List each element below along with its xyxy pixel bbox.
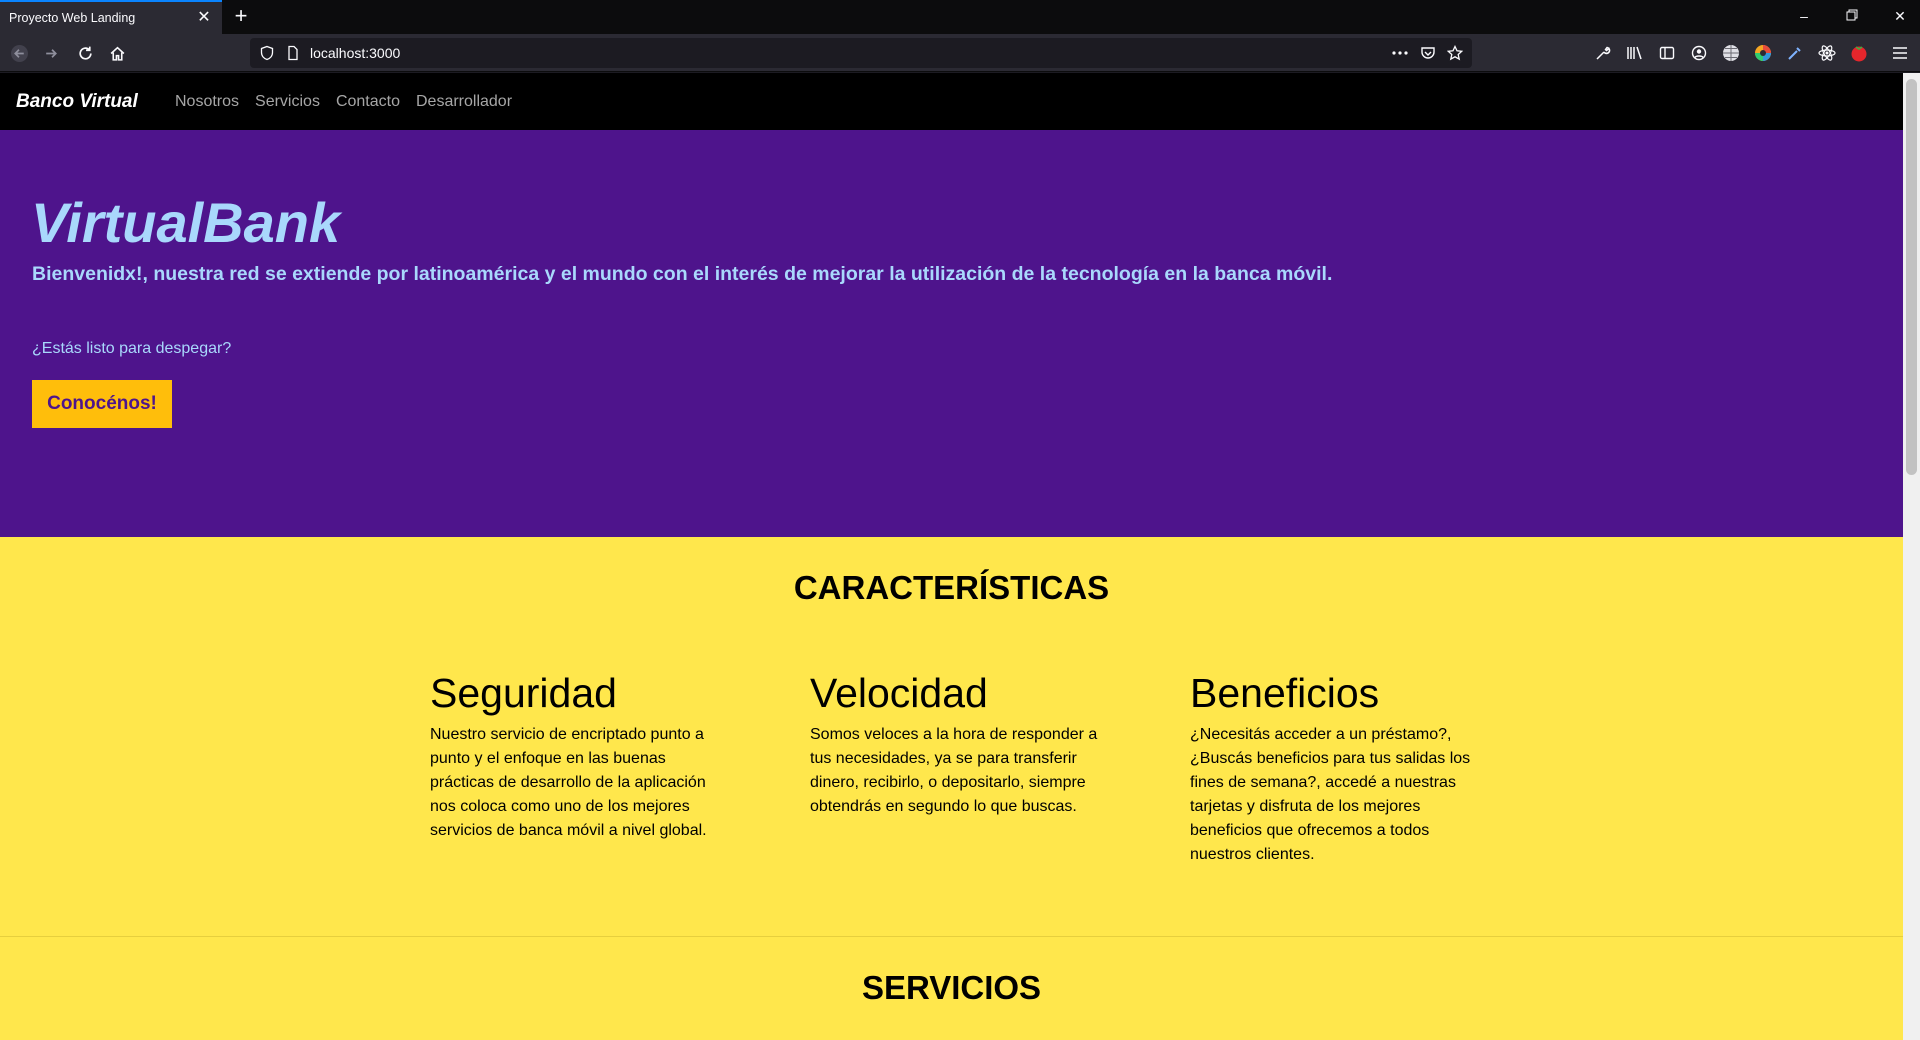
hero-title: VirtualBank — [31, 191, 341, 254]
wrench-icon[interactable] — [1593, 43, 1613, 63]
react-devtools-icon[interactable] — [1817, 43, 1837, 63]
nav-link-desarrollador[interactable]: Desarrollador — [416, 93, 512, 111]
feature-card-seguridad: Seguridad Nuestro servicio de encriptado… — [430, 669, 720, 843]
eyedropper-icon[interactable] — [1785, 43, 1805, 63]
feature-card-velocidad: Velocidad Somos veloces a la hora de res… — [810, 669, 1100, 819]
tab-close-icon[interactable]: ✕ — [194, 8, 214, 28]
tomato-extension-icon[interactable] — [1849, 43, 1869, 63]
features-title: CARACTERÍSTICAS — [793, 569, 1110, 606]
site-nav-links: Nosotros Servicios Contacto Desarrollado… — [175, 73, 528, 130]
nav-link-nosotros[interactable]: Nosotros — [175, 93, 239, 111]
feature-card-beneficios: Beneficios ¿Necesitás acceder a un prést… — [1190, 669, 1480, 867]
account-icon[interactable] — [1689, 43, 1709, 63]
brand-logo[interactable]: Banco Virtual — [16, 73, 138, 130]
close-window-icon[interactable]: ✕ — [1888, 6, 1912, 26]
color-picker-extension-icon[interactable] — [1753, 43, 1773, 63]
extension-globe-icon[interactable] — [1721, 43, 1741, 63]
url-bar[interactable]: localhost:3000 — [250, 38, 1472, 68]
hero-question: ¿Estás listo para despegar? — [32, 340, 232, 357]
feature-text: Nuestro servicio de encriptado punto a p… — [430, 726, 707, 839]
features-section: CARACTERÍSTICAS Seguridad Nuestro servic… — [0, 537, 1903, 937]
conocenos-button[interactable]: Conocénos! — [32, 380, 172, 428]
reload-icon[interactable] — [72, 40, 98, 66]
sidebar-icon[interactable] — [1657, 43, 1677, 63]
back-icon[interactable] — [6, 40, 32, 66]
browser-tab[interactable]: Proyecto Web Landing ✕ — [0, 0, 222, 34]
tab-title: Proyecto Web Landing — [9, 11, 136, 25]
feature-title: Seguridad — [430, 670, 617, 716]
url-text[interactable]: localhost:3000 — [310, 38, 400, 68]
menu-icon[interactable] — [1890, 43, 1910, 63]
browser-tab-bar: Proyecto Web Landing ✕ + – ✕ — [0, 0, 1920, 34]
nav-link-servicios[interactable]: Servicios — [255, 93, 320, 111]
hero-section: VirtualBank Bienvenidx!, nuestra red se … — [0, 130, 1903, 537]
more-actions-icon[interactable] — [1391, 44, 1409, 62]
page-icon[interactable] — [285, 45, 301, 61]
nav-link-contacto[interactable]: Contacto — [336, 93, 400, 111]
pocket-icon[interactable] — [1419, 44, 1437, 62]
library-icon[interactable] — [1625, 43, 1645, 63]
minimize-icon[interactable]: – — [1792, 6, 1816, 26]
feature-title: Velocidad — [810, 670, 988, 716]
feature-text: Somos veloces a la hora de responder a t… — [810, 726, 1098, 815]
feature-text: ¿Necesitás acceder a un préstamo?, ¿Busc… — [1190, 726, 1471, 863]
feature-title: Beneficios — [1190, 670, 1380, 716]
shield-icon[interactable] — [259, 45, 275, 61]
restore-icon[interactable] — [1840, 6, 1864, 26]
forward-icon[interactable] — [38, 40, 64, 66]
scrollbar-thumb[interactable] — [1906, 79, 1917, 475]
hero-lead: Bienvenidx!, nuestra red se extiende por… — [32, 263, 1333, 285]
bookmark-star-icon[interactable] — [1446, 44, 1464, 62]
site-navbar: Banco Virtual Nosotros Servicios Contact… — [0, 73, 1903, 130]
page-viewport: Banco Virtual Nosotros Servicios Contact… — [0, 73, 1903, 1040]
services-title: SERVICIOS — [861, 969, 1042, 1006]
new-tab-icon[interactable]: + — [229, 5, 253, 29]
home-icon[interactable] — [104, 40, 130, 66]
browser-toolbar: localhost:3000 — [0, 34, 1920, 72]
page-scrollbar[interactable] — [1903, 73, 1920, 1040]
